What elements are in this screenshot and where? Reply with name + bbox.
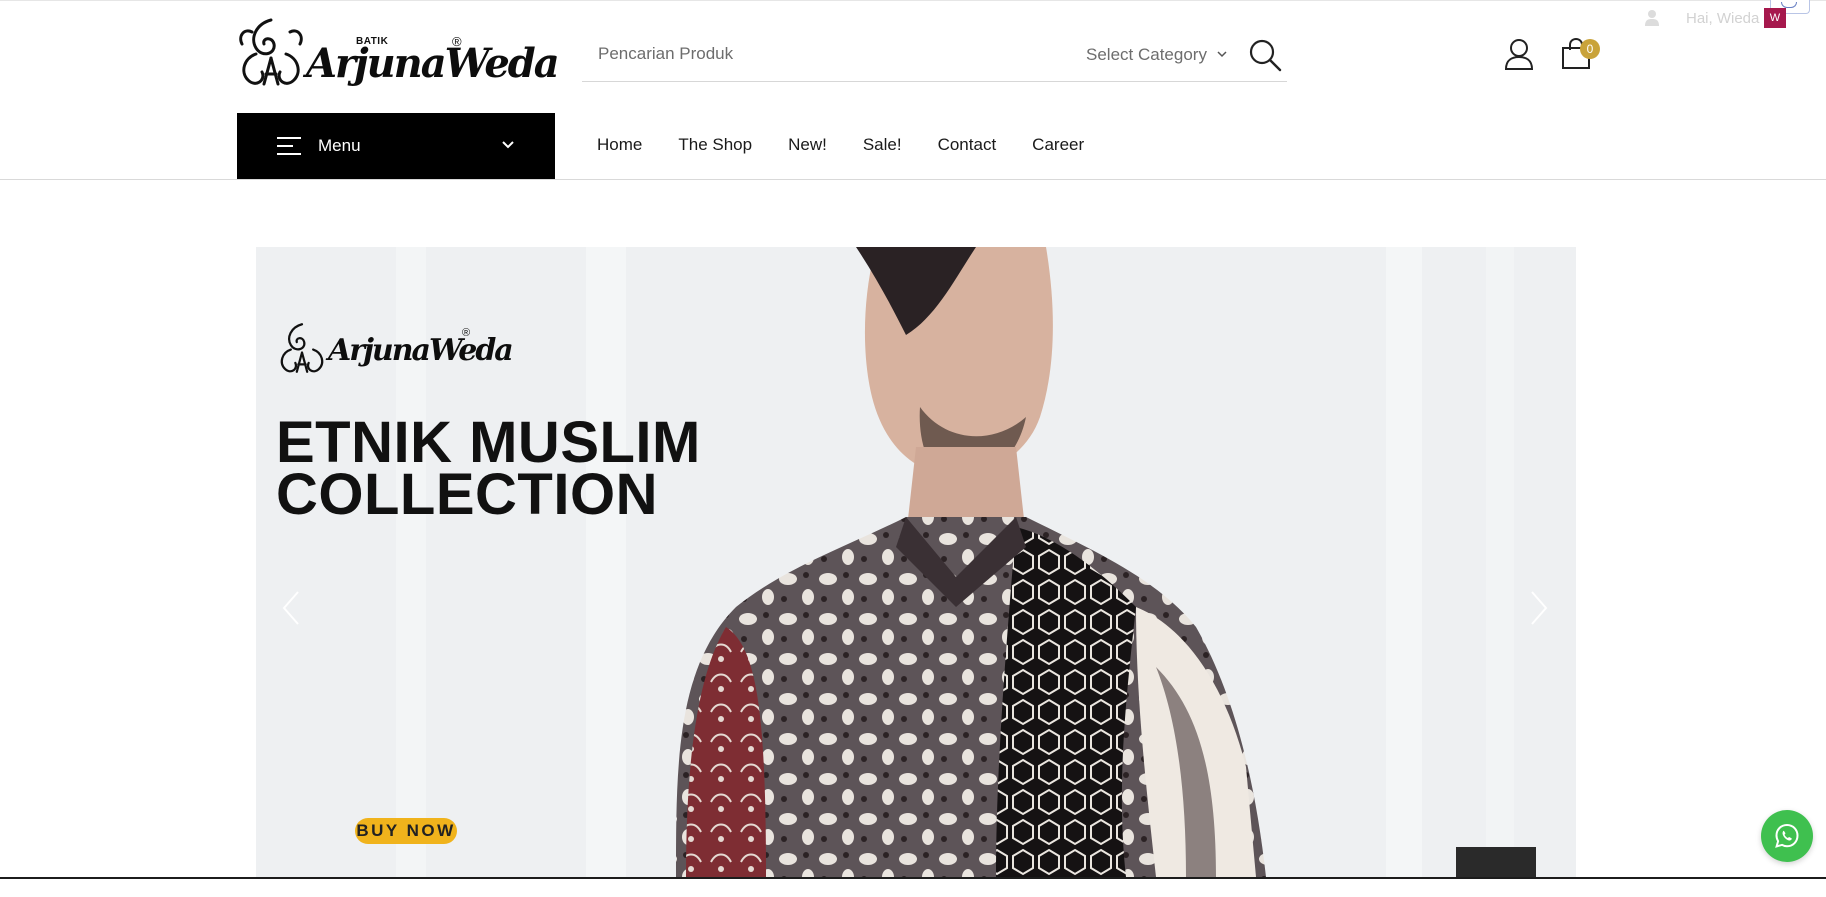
top-divider bbox=[0, 0, 1826, 1]
logo-emblem-icon bbox=[239, 18, 303, 86]
site-logo[interactable]: BATIK ArjunaWeda ® bbox=[236, 14, 560, 98]
account-avatar-badge[interactable]: W bbox=[1764, 8, 1786, 28]
logo-wordmark: ArjunaWeda bbox=[306, 40, 560, 87]
nav-item-contact[interactable]: Contact bbox=[938, 135, 997, 155]
nav-item-sale[interactable]: Sale! bbox=[863, 135, 902, 155]
product-search-bar: Pencarian Produk Select Category bbox=[582, 32, 1287, 82]
chevron-down-icon[interactable] bbox=[1216, 48, 1228, 60]
chevron-down-icon bbox=[502, 141, 514, 149]
hero-headline-line-2: COLLECTION bbox=[276, 462, 658, 527]
page: BATIK ArjunaWeda ® Pencarian Produk Sele… bbox=[0, 0, 1826, 897]
nav-item-the-shop[interactable]: The Shop bbox=[678, 135, 752, 155]
account-greeting[interactable]: Hai, Wieda bbox=[1686, 10, 1759, 27]
whatsapp-chat-button[interactable] bbox=[1761, 810, 1813, 862]
hero-headline: ETNIK MUSLIM COLLECTION bbox=[276, 414, 701, 527]
hamburger-icon bbox=[277, 137, 301, 155]
bottom-divider bbox=[0, 877, 1826, 879]
chevron-right-icon[interactable] bbox=[1528, 589, 1550, 627]
hero-registered-mark: ® bbox=[462, 327, 471, 339]
cart-count-badge: 0 bbox=[1580, 39, 1600, 59]
chevron-left-icon[interactable] bbox=[280, 589, 302, 627]
menu-dropdown-button[interactable]: Menu bbox=[237, 113, 555, 179]
category-select[interactable]: Select Category bbox=[1086, 45, 1207, 65]
main-nav: Home The Shop New! Sale! Contact Career bbox=[597, 135, 1120, 155]
nav-item-career[interactable]: Career bbox=[1032, 135, 1084, 155]
search-input[interactable]: Pencarian Produk bbox=[598, 44, 733, 64]
account-icon[interactable] bbox=[1644, 9, 1660, 27]
hero-logo-wordmark: ArjunaWeda bbox=[328, 333, 514, 368]
buy-now-button[interactable]: BUY NOW bbox=[355, 818, 457, 844]
menu-label: Menu bbox=[318, 136, 361, 155]
nav-item-new[interactable]: New! bbox=[788, 135, 827, 155]
user-icon[interactable] bbox=[1504, 38, 1534, 70]
whatsapp-icon bbox=[1775, 823, 1799, 848]
nav-item-home[interactable]: Home bbox=[597, 135, 642, 155]
nav-divider bbox=[0, 179, 1826, 180]
registered-mark: ® bbox=[452, 34, 462, 49]
search-icon[interactable] bbox=[1248, 38, 1282, 72]
hero-logo-emblem-icon bbox=[280, 323, 324, 373]
hero-banner[interactable]: ArjunaWeda ® ETNIK MUSLIM COLLECTION BUY… bbox=[256, 247, 1576, 877]
hero-logo: ArjunaWeda ® bbox=[276, 315, 514, 391]
